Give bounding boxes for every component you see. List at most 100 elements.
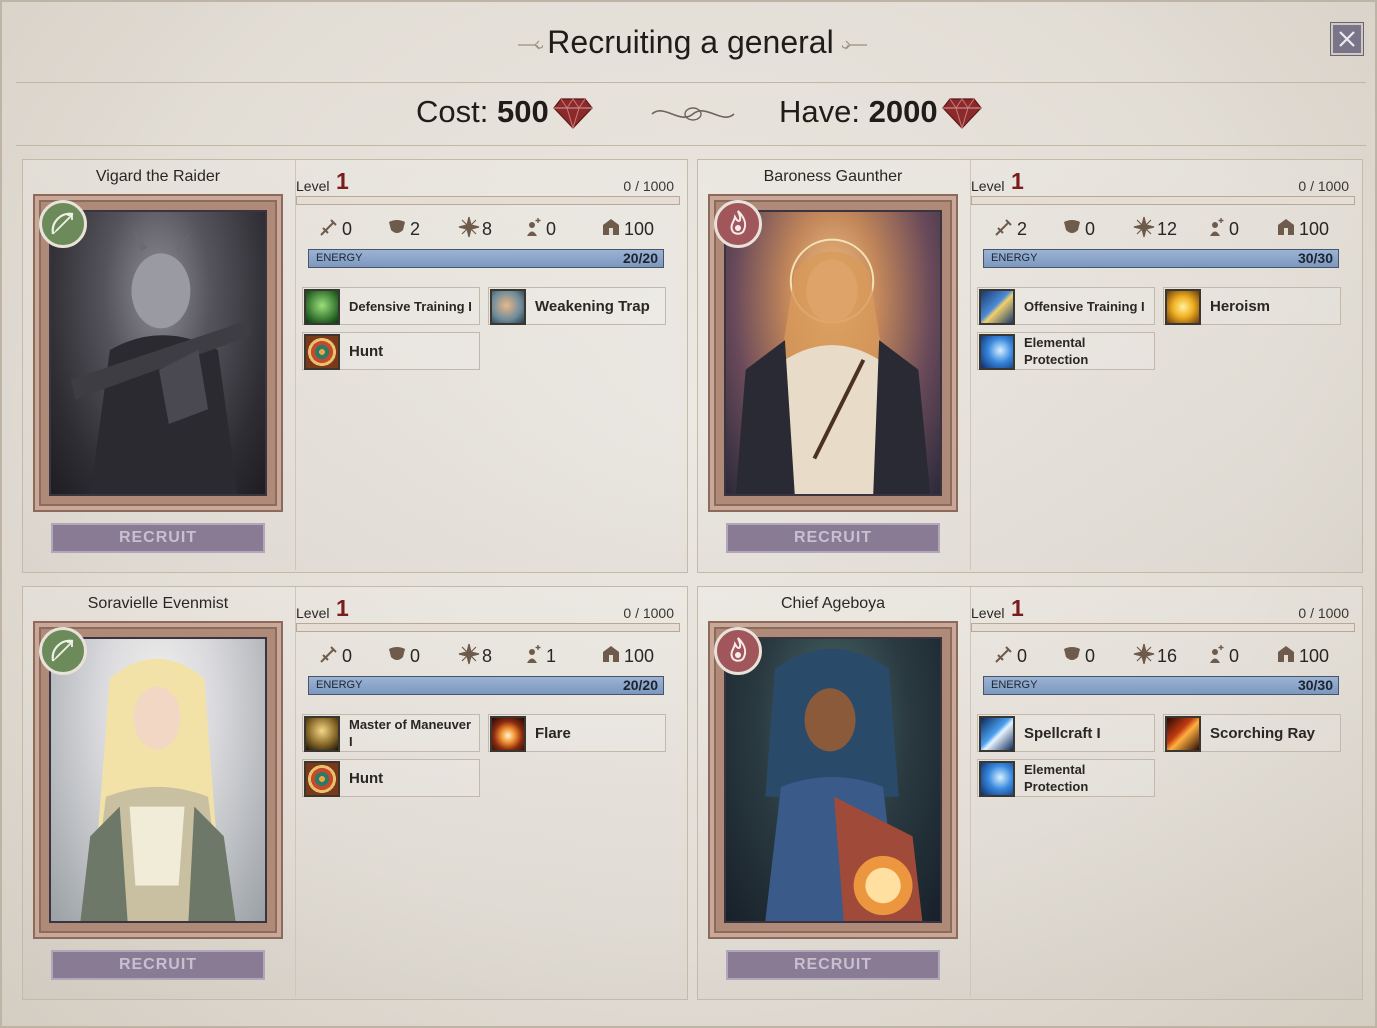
leadership-icon	[600, 216, 624, 243]
energy-bar: ENERGY 20/20	[308, 676, 664, 695]
level-value: 1	[336, 595, 349, 621]
energy-label: ENERGY	[991, 679, 1038, 691]
leadership-icon	[600, 643, 624, 670]
xp-value: 0 / 1000	[623, 178, 674, 194]
skill-hunt[interactable]: Hunt	[302, 759, 480, 797]
bow-icon	[39, 627, 87, 675]
stat-defense: 0	[1061, 216, 1095, 242]
stat-value: 0	[1085, 218, 1096, 239]
level-value: 1	[1011, 595, 1024, 621]
energy-value: 20/20	[622, 250, 658, 266]
stat-value: 2	[1017, 218, 1028, 239]
stats-row: 0 2 8 0 100	[316, 216, 676, 242]
spell-power-icon	[458, 643, 482, 670]
stat-attack: 0	[318, 216, 352, 242]
general-info: Level 1 0 / 1000 2 0 12 0 100 ENERGY 30/…	[970, 160, 1361, 570]
stat-value: 0	[342, 645, 353, 666]
stat-initiative: 0	[1205, 643, 1239, 669]
general-name: Baroness Gaunther	[763, 168, 903, 185]
stat-initiative: 0	[522, 216, 556, 242]
skill-heroism[interactable]: Heroism	[1163, 287, 1341, 325]
skill-elemental-protection[interactable]: Elemental Protection	[977, 759, 1155, 797]
xp-bar	[296, 196, 680, 205]
energy-bar: ENERGY 20/20	[308, 249, 664, 268]
skill-label: Heroism	[1210, 297, 1271, 315]
shield-web-icon	[979, 761, 1015, 797]
skill-label: Elemental Protection	[1024, 335, 1089, 367]
have-value: 2000	[868, 94, 938, 129]
spell-bolt-icon	[979, 716, 1015, 752]
attack-icon	[318, 643, 342, 670]
stat-spell-power: 16	[1133, 643, 1177, 669]
stat-spell-power: 8	[458, 643, 492, 669]
general-portrait[interactable]	[49, 210, 267, 496]
xp-value: 0 / 1000	[1298, 178, 1349, 194]
stat-value: 16	[1157, 645, 1178, 666]
have-display: Have: 2000	[779, 94, 938, 130]
stat-defense: 2	[386, 216, 420, 242]
skill-defensive-training[interactable]: Defensive Training I	[302, 287, 480, 325]
stat-spell-power: 8	[458, 216, 492, 242]
defense-icon	[386, 216, 410, 243]
stat-value: 0	[342, 218, 353, 239]
stat-leadership: 100	[1275, 216, 1329, 242]
cost-label: Cost:	[416, 94, 489, 129]
energy-value: 30/30	[1297, 250, 1333, 266]
attack-icon	[993, 643, 1017, 670]
recruit-button[interactable]: RECRUIT	[726, 950, 940, 980]
level-value: 1	[1011, 168, 1024, 194]
general-portrait[interactable]	[724, 210, 942, 496]
portrait-frame	[708, 621, 958, 939]
energy-bar: ENERGY 30/30	[983, 676, 1339, 695]
have-label: Have:	[779, 94, 860, 129]
general-name: Chief Ageboya	[780, 595, 886, 612]
skill-label: Master of Maneuver I	[349, 717, 472, 749]
level-label: Level	[971, 178, 1005, 194]
xp-value: 0 / 1000	[1298, 605, 1349, 621]
skill-offensive-training[interactable]: Offensive Training I	[977, 287, 1155, 325]
close-icon	[1337, 25, 1357, 55]
stat-attack: 0	[993, 643, 1027, 669]
recruit-button[interactable]: RECRUIT	[726, 523, 940, 553]
trap-icon	[490, 289, 526, 325]
skill-hunt[interactable]: Hunt	[302, 332, 480, 370]
stats-row: 2 0 12 0 100	[991, 216, 1351, 242]
general-info: Level 1 0 / 1000 0 2 8 0 100 ENERGY 20/2…	[295, 160, 686, 570]
level-label: Level	[296, 605, 330, 621]
close-button[interactable]	[1331, 23, 1363, 55]
energy-label: ENERGY	[316, 679, 363, 691]
recruit-button[interactable]: RECRUIT	[51, 523, 265, 553]
skill-label: Defensive Training I	[349, 298, 472, 314]
skill-label: Hunt	[349, 769, 384, 787]
skill-scorching-ray[interactable]: Scorching Ray	[1163, 714, 1341, 752]
general-portrait[interactable]	[49, 637, 267, 923]
stat-value: 100	[1299, 645, 1330, 666]
skill-weakening-trap[interactable]: Weakening Trap	[488, 287, 666, 325]
fire-icon	[714, 627, 762, 675]
skill-spellcraft[interactable]: Spellcraft I	[977, 714, 1155, 752]
stat-initiative: 0	[1205, 216, 1239, 242]
general-name: Soravielle Evenmist	[87, 595, 229, 612]
energy-bar: ENERGY 30/30	[983, 249, 1339, 268]
recruit-button[interactable]: RECRUIT	[51, 950, 265, 980]
general-card-baroness: Baroness Gaunther RECRUIT Level 1 0 / 10…	[697, 159, 1363, 573]
portrait-frame	[33, 621, 283, 939]
skill-master-of-maneuver[interactable]: Master of Maneuver I	[302, 714, 480, 752]
skill-label: Flare	[535, 724, 571, 742]
stat-initiative: 1	[522, 643, 556, 669]
skill-label: Offensive Training I	[1024, 298, 1145, 314]
shield-web-icon	[979, 334, 1015, 370]
fire-ray-icon	[1165, 716, 1201, 752]
skill-label: Elemental Protection	[1024, 762, 1089, 794]
fire-icon	[714, 200, 762, 248]
stat-attack: 2	[993, 216, 1027, 242]
stat-defense: 0	[1061, 643, 1095, 669]
title-ornament-right-icon	[841, 38, 868, 52]
skill-elemental-protection[interactable]: Elemental Protection	[977, 332, 1155, 370]
recruit-window: Recruiting a general Cost: 500 Have: 200…	[0, 0, 1377, 1028]
gem-icon	[553, 97, 593, 130]
general-portrait[interactable]	[724, 637, 942, 923]
attack-icon	[318, 216, 342, 243]
skill-flare[interactable]: Flare	[488, 714, 666, 752]
leadership-icon	[1275, 216, 1299, 243]
